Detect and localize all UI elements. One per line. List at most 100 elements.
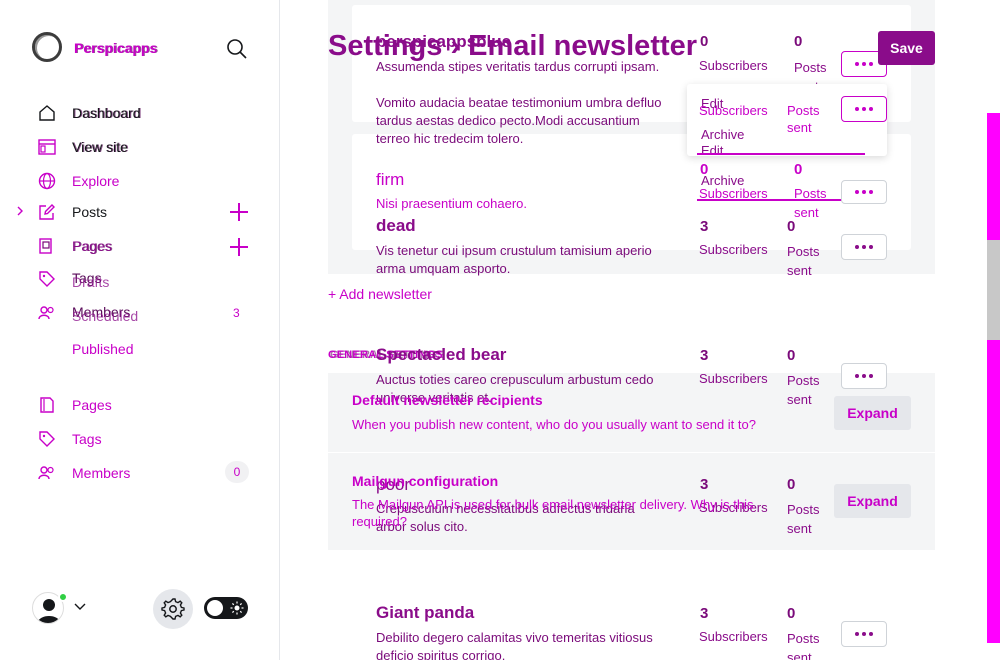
more-icon	[855, 632, 873, 636]
nav-explore-label: Explore	[72, 173, 120, 189]
new-post-plus-icon[interactable]	[229, 202, 249, 222]
more-options-button[interactable]	[841, 234, 887, 260]
toggle-knob	[207, 600, 223, 616]
site-logo-icon	[32, 32, 62, 62]
page-title: Settings › Email newsletter	[328, 30, 698, 62]
more-options-button[interactable]	[841, 96, 887, 122]
menu-sent-label-2: sent	[794, 205, 819, 220]
newsletter-name[interactable]: dead	[376, 216, 416, 236]
subscriber-label: Subscribers	[699, 371, 768, 386]
nav-pages-label: Pages	[72, 238, 112, 254]
expand-recipients-button[interactable]: Expand	[834, 396, 911, 430]
menu-subscribers-label: Subscribers	[699, 103, 768, 118]
more-icon	[855, 107, 873, 111]
nav-members-2[interactable]: Members	[38, 462, 130, 484]
members-icon	[38, 306, 54, 320]
subscriber-count: 3	[700, 476, 709, 493]
nav-members[interactable]: Members Scheduled	[38, 302, 138, 324]
dark-mode-toggle[interactable]	[204, 597, 248, 619]
newsletter-name[interactable]: Spectacled bear	[376, 345, 506, 365]
subscriber-label: Subscribers	[699, 629, 768, 644]
tag-icon	[39, 431, 55, 447]
nav-scheduled-label: Scheduled	[72, 308, 139, 324]
members-2-count-badge: 0	[225, 461, 249, 483]
default-recipients-desc: When you publish new content, who do you…	[352, 417, 756, 432]
subscriber-count: 3	[700, 605, 709, 622]
posts-sent-count: 0	[787, 347, 796, 364]
more-icon	[855, 190, 873, 194]
nav-dashboard[interactable]: Dashboard Dashboard	[38, 102, 142, 124]
chevron-down-icon[interactable]	[74, 602, 86, 612]
brand[interactable]: Perspicapps Perspicapps	[32, 32, 158, 62]
nav-posts[interactable]: Posts	[38, 201, 107, 223]
mailgun-title: Mailgun configuration	[352, 473, 499, 489]
more-icon	[855, 245, 873, 249]
tag-icon	[39, 271, 55, 287]
more-icon	[855, 374, 873, 378]
pages-icon	[40, 397, 54, 413]
pencil-square-icon	[39, 204, 55, 220]
menu-edit-2[interactable]: Edit	[701, 143, 723, 158]
subscriber-label: Subscribers	[699, 242, 768, 257]
home-icon	[39, 105, 55, 121]
sun-icon	[230, 601, 244, 615]
nav-explore[interactable]: Explore	[38, 170, 119, 192]
subscriber-label: Subscribers	[699, 58, 768, 73]
posts-sent-label: Posts sent	[787, 244, 820, 278]
pages-icon	[39, 238, 52, 254]
newsletter-name[interactable]: firm	[376, 170, 404, 190]
more-icon	[855, 62, 873, 66]
nav-pages[interactable]: Pages Pages	[38, 235, 113, 257]
posts-sent-count: 0	[787, 605, 796, 622]
gear-icon	[161, 598, 185, 620]
subscriber-count: 3	[700, 347, 709, 364]
nav-dashboard-label: Dashboard	[72, 105, 141, 121]
default-recipients-title: Default newsletter recipients	[352, 392, 543, 408]
online-status-dot	[58, 592, 68, 602]
new-page-plus-icon[interactable]	[229, 237, 249, 257]
mailgun-desc: The Mailgun API is used for bulk email n…	[352, 497, 754, 529]
newsletter-desc: Vomito audacia beatae testimonium umbra …	[376, 95, 662, 146]
menu-posts-label: Posts	[787, 103, 820, 118]
save-button[interactable]: Save	[878, 31, 935, 65]
nav-pages-2[interactable]: Pages	[38, 394, 112, 416]
menu-archive[interactable]: Archive	[701, 127, 744, 142]
nav-view-site-label: View site	[72, 139, 128, 155]
posts-sent-label: Posts sent	[787, 502, 820, 536]
posts-sent-count: 0	[794, 33, 803, 50]
nav-tags-2-label: Tags	[72, 431, 102, 447]
browser-icon	[38, 139, 56, 155]
posts-sent-label: Posts sent	[787, 373, 820, 407]
posts-sent-label: Posts sent	[787, 631, 820, 660]
nav-tags-2[interactable]: Tags	[38, 428, 102, 450]
newsletter-desc: Debilito degero calamitas vivo temeritas…	[376, 630, 653, 660]
nav-tags[interactable]: Tags Drafts	[38, 268, 109, 290]
expand-mailgun-button[interactable]: Expand	[834, 484, 911, 518]
scrollbar-thumb[interactable]	[987, 240, 1000, 340]
nav-posts-label: Posts	[72, 204, 108, 220]
nav-drafts-label: Drafts	[72, 274, 110, 290]
posts-sent-count: 0	[787, 476, 796, 493]
menu-sent-label: sent	[787, 120, 812, 135]
add-newsletter-link[interactable]: + Add newsletter	[328, 286, 432, 302]
subscriber-count: 3	[700, 218, 709, 235]
posts-sent-count: 0	[794, 161, 803, 178]
nav-members-2-label: Members	[72, 465, 131, 481]
newsletter-name[interactable]: Giant panda	[376, 603, 474, 623]
subscriber-count: 0	[700, 33, 709, 50]
members-count: 3	[233, 306, 240, 320]
scrollbar-track[interactable]	[987, 113, 1000, 643]
focus-underline	[697, 199, 865, 201]
search-icon[interactable]	[226, 38, 248, 60]
nav-published-label[interactable]: Published	[72, 341, 134, 357]
nav-view-site[interactable]: View site View site	[38, 136, 129, 158]
more-options-button[interactable]	[841, 363, 887, 389]
newsletter-desc: Nisi praesentium cohaero.	[376, 196, 528, 211]
chevron-right-icon[interactable]	[14, 204, 26, 218]
nav-pages-2-label: Pages	[72, 397, 112, 413]
brand-name: Perspicapps	[74, 40, 158, 56]
focus-underline	[697, 153, 865, 155]
more-options-button[interactable]	[841, 180, 887, 204]
settings-button[interactable]	[153, 589, 193, 629]
more-options-button[interactable]	[841, 621, 887, 647]
